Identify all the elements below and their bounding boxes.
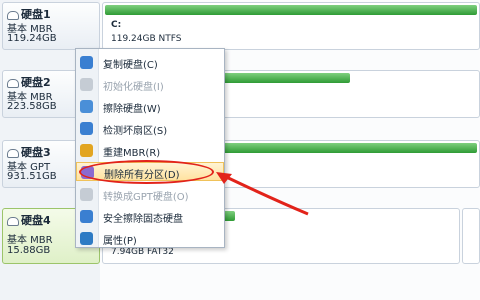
disk-icon <box>7 216 19 226</box>
menu-item-copy-disk[interactable]: 复制硬盘(C) <box>76 53 224 72</box>
menu-item-convert-gpt[interactable]: 转换成GPT硬盘(O) <box>76 185 224 204</box>
disk-card-1[interactable]: 硬盘1 基本 MBR 119.24GB <box>2 2 100 50</box>
menu-item-properties[interactable]: 属性(P) <box>76 229 224 248</box>
disk-icon <box>7 10 19 20</box>
context-menu: 复制硬盘(C) 初始化硬盘(I) 擦除硬盘(W) 检测坏扇区(S) 重建MBR(… <box>75 48 225 248</box>
secure-erase-icon <box>80 210 93 223</box>
menu-item-secure-erase[interactable]: 安全擦除固态硬盘 <box>76 207 224 226</box>
disk-type: 基本 MBR <box>7 235 53 246</box>
menu-item-rebuild-mbr[interactable]: 重建MBR(R) <box>76 141 224 160</box>
menu-item-wipe-disk[interactable]: 擦除硬盘(W) <box>76 97 224 116</box>
annotation-ring <box>79 160 214 184</box>
properties-icon <box>80 232 93 245</box>
disk-size: 931.51GB <box>7 171 57 182</box>
menu-item-init-disk[interactable]: 初始化硬盘(I) <box>76 75 224 94</box>
annotation-arrow <box>216 172 309 216</box>
partition-info: 119.24GB NTFS <box>111 34 182 44</box>
copy-disk-icon <box>80 56 93 69</box>
disk-1-partition-strip[interactable]: C: 119.24GB NTFS <box>102 2 480 50</box>
disk-size: 15.88GB <box>7 245 51 256</box>
init-disk-icon <box>80 78 93 91</box>
convert-gpt-icon <box>80 188 93 201</box>
check-sector-icon <box>80 122 93 135</box>
wipe-disk-icon <box>80 100 93 113</box>
disk-icon <box>7 148 19 158</box>
usage-bar <box>105 5 477 15</box>
disk-title: 硬盘4 <box>21 214 51 227</box>
partition-letter: C: <box>111 20 122 30</box>
menu-item-check-sector[interactable]: 检测坏扇区(S) <box>76 119 224 138</box>
rebuild-mbr-icon <box>80 144 93 157</box>
disk-size: 223.58GB <box>7 101 57 112</box>
disk-icon <box>7 78 19 88</box>
disk-4-unallocated[interactable] <box>462 208 480 264</box>
partition-info: 7.94GB FAT32 <box>111 247 174 257</box>
disk-size: 119.24GB <box>7 33 57 44</box>
